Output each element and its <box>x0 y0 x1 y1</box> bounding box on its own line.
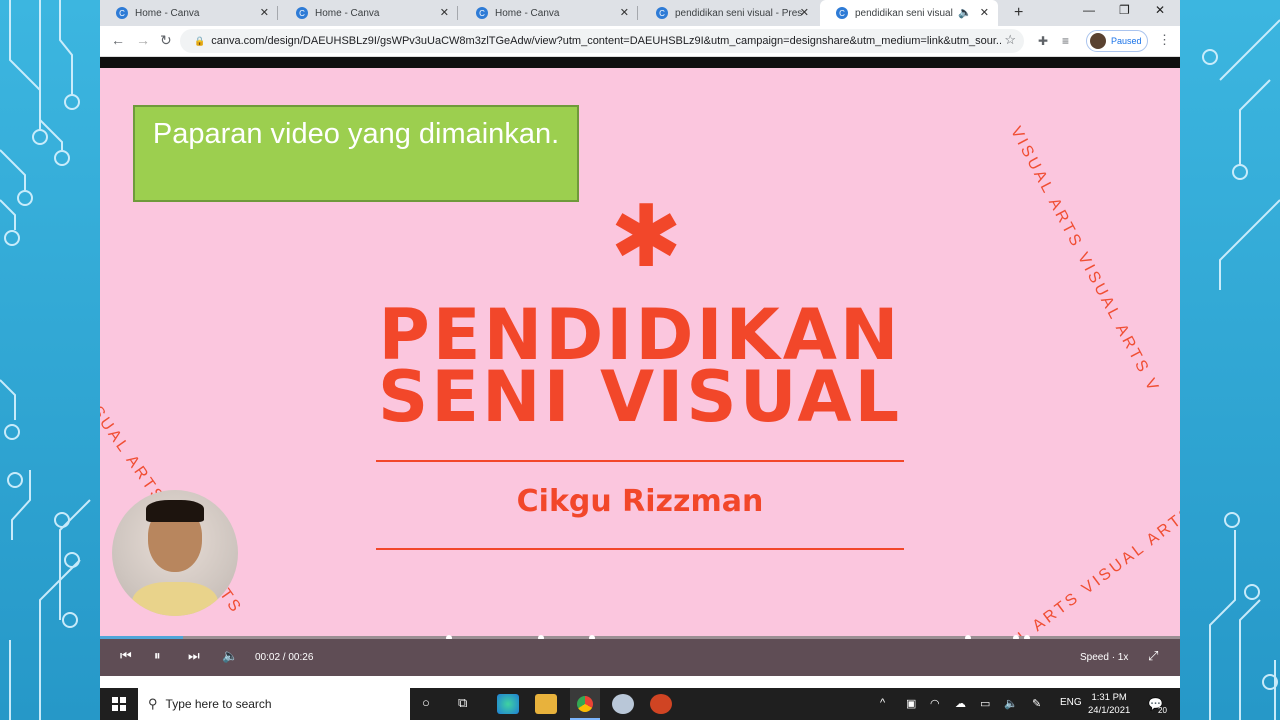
back-icon[interactable]: ← <box>111 32 125 48</box>
tab-title: Home - Canva <box>315 7 380 19</box>
pen-icon[interactable]: ✎ <box>1032 697 1041 710</box>
meet-now-icon[interactable]: ▣ <box>906 697 916 710</box>
next-icon[interactable]: ⏭ <box>188 648 200 664</box>
canva-favicon-icon: C <box>476 7 488 19</box>
canva-favicon-icon: C <box>116 7 128 19</box>
paint-app-icon[interactable] <box>612 694 634 714</box>
tray-chevron-icon[interactable]: ^ <box>880 697 885 709</box>
speed-button[interactable]: Speed · 1x <box>1080 652 1128 663</box>
star-icon[interactable]: ☆ <box>1004 32 1016 48</box>
onedrive-icon[interactable]: ☁ <box>955 697 966 710</box>
language-indicator[interactable]: ENG <box>1060 697 1082 708</box>
search-icon: ⚲ <box>148 696 158 711</box>
new-tab-plus-icon[interactable]: + <box>1014 4 1023 22</box>
slide-title-line2: SENI VISUAL <box>377 356 903 438</box>
tab-title: pendidikan seni visual - Presen <box>675 7 803 19</box>
tab-title: Home - Canva <box>135 7 200 19</box>
slide-note-box: Paparan video yang dimainkan. <box>133 105 579 202</box>
task-view-icon[interactable]: ⧉ <box>458 695 467 711</box>
presenter-webcam <box>112 490 238 616</box>
playback-time: 00:02 / 00:26 <box>255 652 314 663</box>
speaker-tab-icon[interactable]: 🔈 <box>958 6 972 19</box>
tab-separator <box>277 6 278 20</box>
search-placeholder: Type here to search <box>165 697 272 711</box>
tab-home-canva-3[interactable]: C Home - Canva ✕ <box>460 0 638 26</box>
wifi-icon[interactable]: ◠ <box>930 697 940 710</box>
asterisk-icon: ✱ <box>610 187 683 287</box>
viewer-top-bar <box>100 57 1180 68</box>
restore-icon[interactable]: ❐ <box>1119 3 1130 17</box>
menu-icon[interactable]: ⋮ <box>1158 32 1171 48</box>
pause-icon[interactable]: ⏸ <box>154 648 161 664</box>
url-text: canva.com/design/DAEUHSBLz9I/gsWPv3uUaCW… <box>211 35 1002 47</box>
tab-separator <box>637 6 638 20</box>
edge-app-icon[interactable] <box>497 694 519 714</box>
taskbar-search[interactable]: ⚲ Type here to search <box>138 688 410 720</box>
media-icon[interactable]: ≡ <box>1062 34 1069 48</box>
tab-strip: C Home - Canva ✕ C Home - Canva ✕ C Home… <box>100 0 1180 26</box>
slide-author: Cikgu Rizzman <box>516 484 764 519</box>
clock-date: 24/1/2021 <box>1088 705 1131 716</box>
tab-home-canva-1[interactable]: C Home - Canva ✕ <box>100 0 278 26</box>
presentation-slide: Paparan video yang dimainkan. ✱ PENDIDIK… <box>100 68 1180 636</box>
lock-icon: 🔒 <box>194 35 206 46</box>
desktop-background-left <box>0 0 100 720</box>
canva-favicon-icon: C <box>836 7 848 19</box>
close-tab-icon[interactable]: ✕ <box>440 6 449 19</box>
browser-toolbar: ← → ↻ 🔒 canva.com/design/DAEUHSBLz9I/gsW… <box>100 26 1180 57</box>
fullscreen-icon[interactable]: ⤢ <box>1148 648 1158 664</box>
tab-separator <box>457 6 458 20</box>
cortana-icon[interactable]: ○ <box>422 695 430 710</box>
chrome-app-active[interactable] <box>570 688 600 720</box>
close-tab-icon[interactable]: ✕ <box>260 6 269 19</box>
chrome-icon <box>577 696 593 712</box>
profile-button[interactable]: Paused <box>1086 30 1148 52</box>
clock-time: 1:31 PM <box>1091 692 1127 703</box>
presenter-shirt <box>132 582 218 616</box>
divider-top <box>376 460 904 462</box>
divider-bottom <box>376 548 904 550</box>
windows-taskbar: ⚲ Type here to search ○ ⧉ ^ ▣ ◠ ☁ ▭ 🔈 ✎ … <box>100 688 1180 720</box>
profile-status: Paused <box>1111 36 1142 46</box>
close-tab-icon[interactable]: ✕ <box>800 6 809 19</box>
volume-tray-icon[interactable]: 🔈 <box>1004 697 1018 710</box>
player-controls: ⏮ ⏸ ⏭ 🔈 00:02 / 00:26 Speed · 1x ⤢ <box>100 639 1180 676</box>
previous-icon[interactable]: ⏮ <box>120 648 132 664</box>
reload-icon[interactable]: ↻ <box>160 32 172 49</box>
extensions-icon[interactable]: ✚ <box>1038 34 1048 48</box>
presenter-hair <box>146 500 204 522</box>
powerpoint-app-icon[interactable] <box>650 694 672 714</box>
minimize-icon[interactable]: — <box>1083 3 1095 17</box>
circuit-decoration-left <box>0 0 91 720</box>
close-tab-icon[interactable]: ✕ <box>620 6 629 19</box>
arc-text-right-bottom: VISUAL ARTS VISUAL ARTS <box>965 502 1180 636</box>
tab-presentation[interactable]: C pendidikan seni visual - Presen ✕ <box>640 0 818 26</box>
browser-window: C Home - Canva ✕ C Home - Canva ✕ C Home… <box>100 0 1180 720</box>
close-window-icon[interactable]: ✕ <box>1155 3 1165 17</box>
tab-active-presentation[interactable]: C pendidikan seni visual 🔈 ✕ <box>820 0 998 26</box>
canva-favicon-icon: C <box>656 7 668 19</box>
close-tab-icon[interactable]: ✕ <box>980 6 989 19</box>
address-bar[interactable]: 🔒 canva.com/design/DAEUHSBLz9I/gsWPv3uUa… <box>180 29 1024 53</box>
circuit-decoration-right <box>1202 19 1280 720</box>
avatar <box>1090 33 1106 49</box>
file-explorer-icon[interactable] <box>535 694 557 714</box>
taskbar-clock[interactable]: 1:31 PM 24/1/2021 <box>1088 691 1130 717</box>
desktop-background-right <box>1180 0 1280 720</box>
notification-count: 20 <box>1158 706 1167 715</box>
canva-favicon-icon: C <box>296 7 308 19</box>
battery-icon[interactable]: ▭ <box>980 697 990 710</box>
windows-start-icon[interactable] <box>112 697 126 711</box>
volume-icon[interactable]: 🔈 <box>222 648 238 664</box>
tab-home-canva-2[interactable]: C Home - Canva ✕ <box>280 0 458 26</box>
tab-title: Home - Canva <box>495 7 560 19</box>
forward-icon[interactable]: → <box>136 32 150 48</box>
